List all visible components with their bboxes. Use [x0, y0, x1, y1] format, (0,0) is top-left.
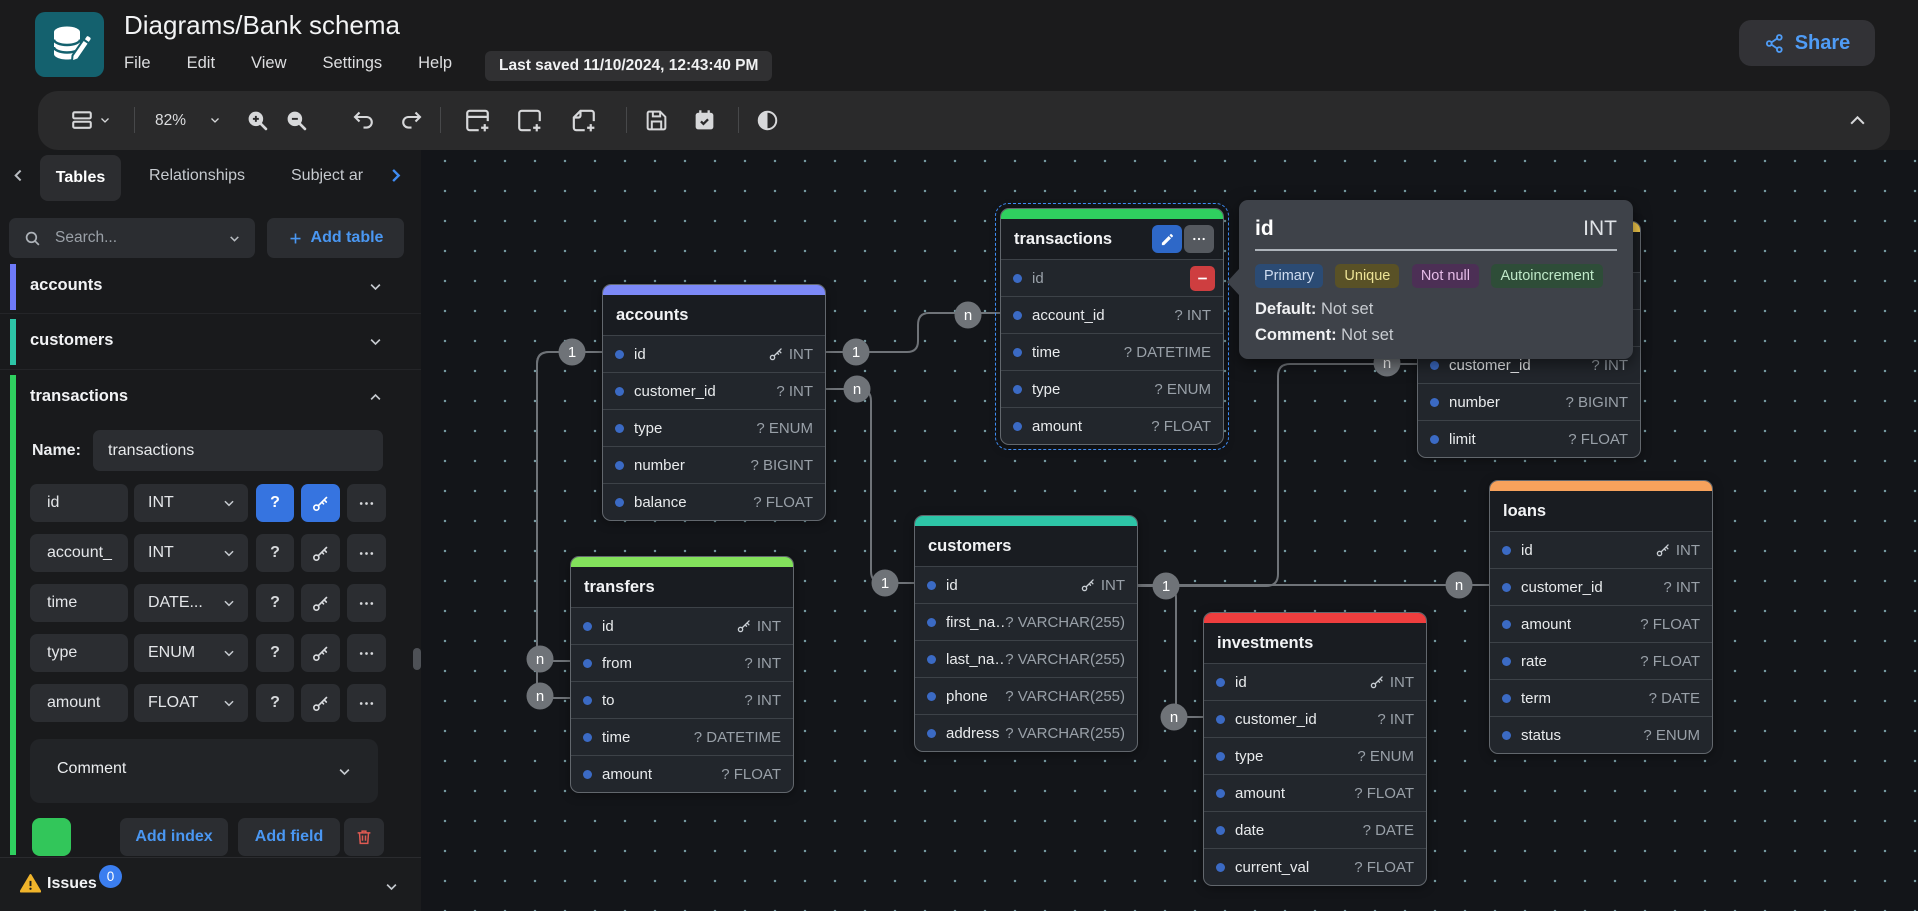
svg-text:n: n: [1170, 709, 1178, 726]
svg-text:n: n: [536, 688, 544, 705]
svg-text:1: 1: [852, 344, 860, 361]
svg-text:1: 1: [1162, 578, 1170, 595]
svg-text:n: n: [1455, 577, 1463, 594]
svg-text:n: n: [536, 651, 544, 668]
svg-text:1: 1: [568, 344, 576, 361]
svg-text:n: n: [964, 307, 972, 324]
svg-text:1: 1: [881, 575, 889, 592]
svg-text:n: n: [853, 381, 861, 398]
